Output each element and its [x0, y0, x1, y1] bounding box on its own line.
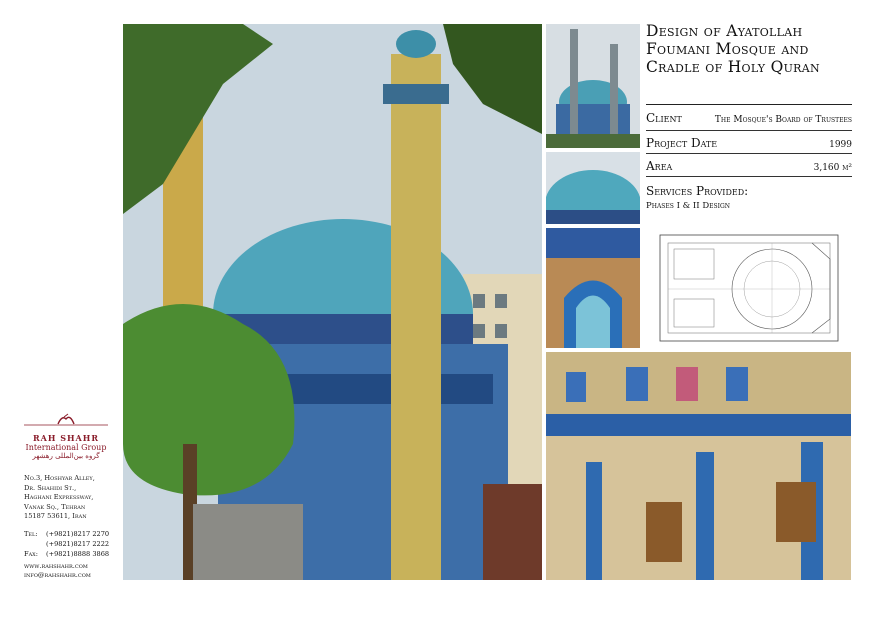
dome-thumbnail — [546, 152, 640, 224]
address-line: Dr. Shahidi St., — [24, 483, 77, 492]
area-label: Area — [646, 159, 673, 173]
contact-value: (+9821)8888 3868 — [46, 550, 110, 558]
logo-name: RAH SHAHR — [33, 433, 99, 443]
contact-label: Tel: — [24, 530, 38, 538]
contact-row: Tel: (+9821)8217 2270 — [24, 529, 124, 539]
logo-persian: گروه بین‌المللی رهشهر — [32, 452, 100, 460]
interior-photo — [546, 352, 851, 580]
contact-value: (+9821)8217 2270 — [46, 530, 110, 538]
contact-value: (+9821)8217 2222 — [46, 540, 110, 548]
client-row: Client The Mosque's Board of Trustees — [646, 111, 852, 125]
date-value: 1999 — [829, 140, 852, 150]
address-line: 15187 53611, Iran — [24, 512, 87, 520]
contact-label: Fax: — [24, 550, 38, 558]
area-row: Area 3,160 m² — [646, 159, 852, 173]
address-line: Vanak Sq., Tehran — [24, 502, 86, 511]
contact-row: Fax: (+9821)8888 3868 — [24, 549, 124, 559]
divider — [646, 153, 852, 154]
website-link[interactable]: www.rahshahr.com — [24, 562, 91, 571]
client-value: The Mosque's Board of Trustees — [714, 115, 852, 125]
email-link[interactable]: info@rahshahr.com — [24, 571, 91, 580]
date-label: Project Date — [646, 136, 718, 150]
project-title: Design of Ayatollah Foumani Mosque and C… — [646, 22, 820, 76]
web-contacts: www.rahshahr.com info@rahshahr.com — [24, 562, 91, 580]
iwan-thumbnail — [546, 228, 640, 348]
mosque-exterior-thumbnail — [546, 24, 640, 148]
divider — [646, 104, 852, 105]
services-value: Phases I & II Design — [646, 201, 731, 211]
date-row: Project Date 1999 — [646, 136, 852, 150]
address-line: Haghani Expressway, — [24, 493, 94, 501]
contact-row: (+9821)8217 2222 — [24, 539, 124, 549]
floor-plan-drawing — [652, 229, 852, 345]
client-label: Client — [646, 111, 682, 125]
logo-subtitle: International Group — [25, 443, 107, 452]
company-address: No.3, Hoshyar Alley, Dr. Shahidi St., Ha… — [24, 474, 124, 522]
logo-mark-icon — [24, 413, 108, 426]
divider — [646, 176, 852, 177]
company-logo: RAH SHAHR International Group گروه بین‌ا… — [24, 412, 108, 460]
divider — [646, 130, 852, 131]
contact-numbers: Tel: (+9821)8217 2270 (+9821)8217 2222 F… — [24, 529, 124, 559]
services-label: Services Provided: — [646, 184, 749, 198]
contact-label — [24, 539, 46, 549]
area-value: 3,160 m² — [813, 163, 852, 173]
main-mosque-photo — [123, 24, 542, 580]
address-line: No.3, Hoshyar Alley, — [24, 474, 95, 482]
